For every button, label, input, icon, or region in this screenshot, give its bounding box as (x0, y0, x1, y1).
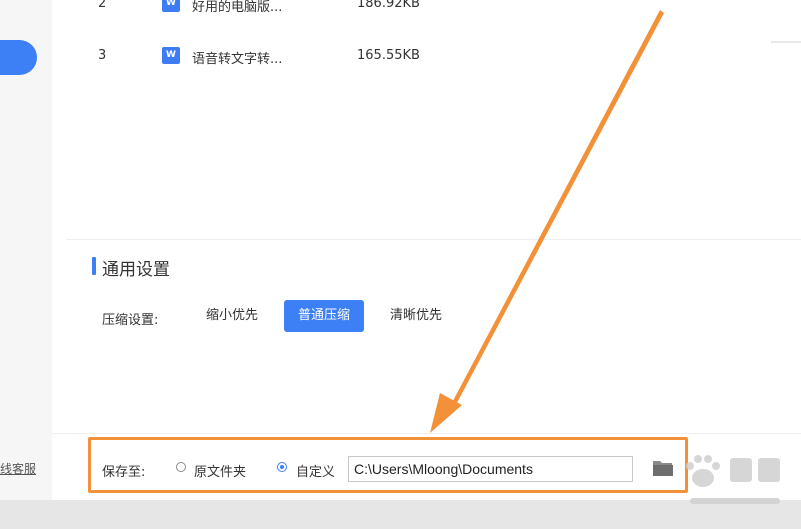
row-progress-stub (771, 41, 801, 43)
option-normal-compress[interactable]: 普通压缩 (284, 300, 364, 332)
online-service-link[interactable]: 线客服 (0, 460, 36, 477)
file-row[interactable]: 2 W 好用的电脑版... 186.92KB (52, 0, 801, 43)
option-shrink-first[interactable]: 缩小优先 (192, 300, 272, 332)
compress-setting-label: 压缩设置: (102, 313, 159, 328)
file-size: 186.92KB (357, 0, 420, 11)
section-accent-bar (92, 257, 96, 275)
radio-original-folder-label[interactable]: 原文件夹 (194, 461, 246, 480)
option-clarity-first[interactable]: 清晰优先 (376, 300, 456, 332)
radio-original-folder[interactable] (176, 462, 186, 472)
folder-icon[interactable] (652, 458, 674, 478)
file-index: 2 (98, 0, 107, 11)
file-name: 语音转文字转... (192, 52, 283, 67)
file-row[interactable]: 3 W 语音转文字转... 165.55KB (52, 44, 801, 70)
sidebar (0, 0, 52, 500)
file-name: 好用的电脑版... (192, 0, 283, 15)
section-divider (66, 239, 801, 240)
window-bottom-strip (0, 500, 801, 529)
radio-custom[interactable] (277, 462, 287, 472)
save-to-label: 保存至: (102, 465, 146, 480)
footer-divider (52, 433, 801, 434)
file-index: 3 (98, 48, 107, 63)
sidebar-active-button[interactable] (0, 40, 37, 75)
radio-custom-label[interactable]: 自定义 (296, 461, 335, 480)
file-size: 165.55KB (357, 48, 420, 63)
section-title: 通用设置 (102, 260, 170, 280)
save-path-input[interactable]: C:\Users\Mloong\Documents (348, 456, 633, 482)
word-doc-icon: W (162, 47, 180, 64)
word-doc-icon: W (162, 0, 180, 12)
